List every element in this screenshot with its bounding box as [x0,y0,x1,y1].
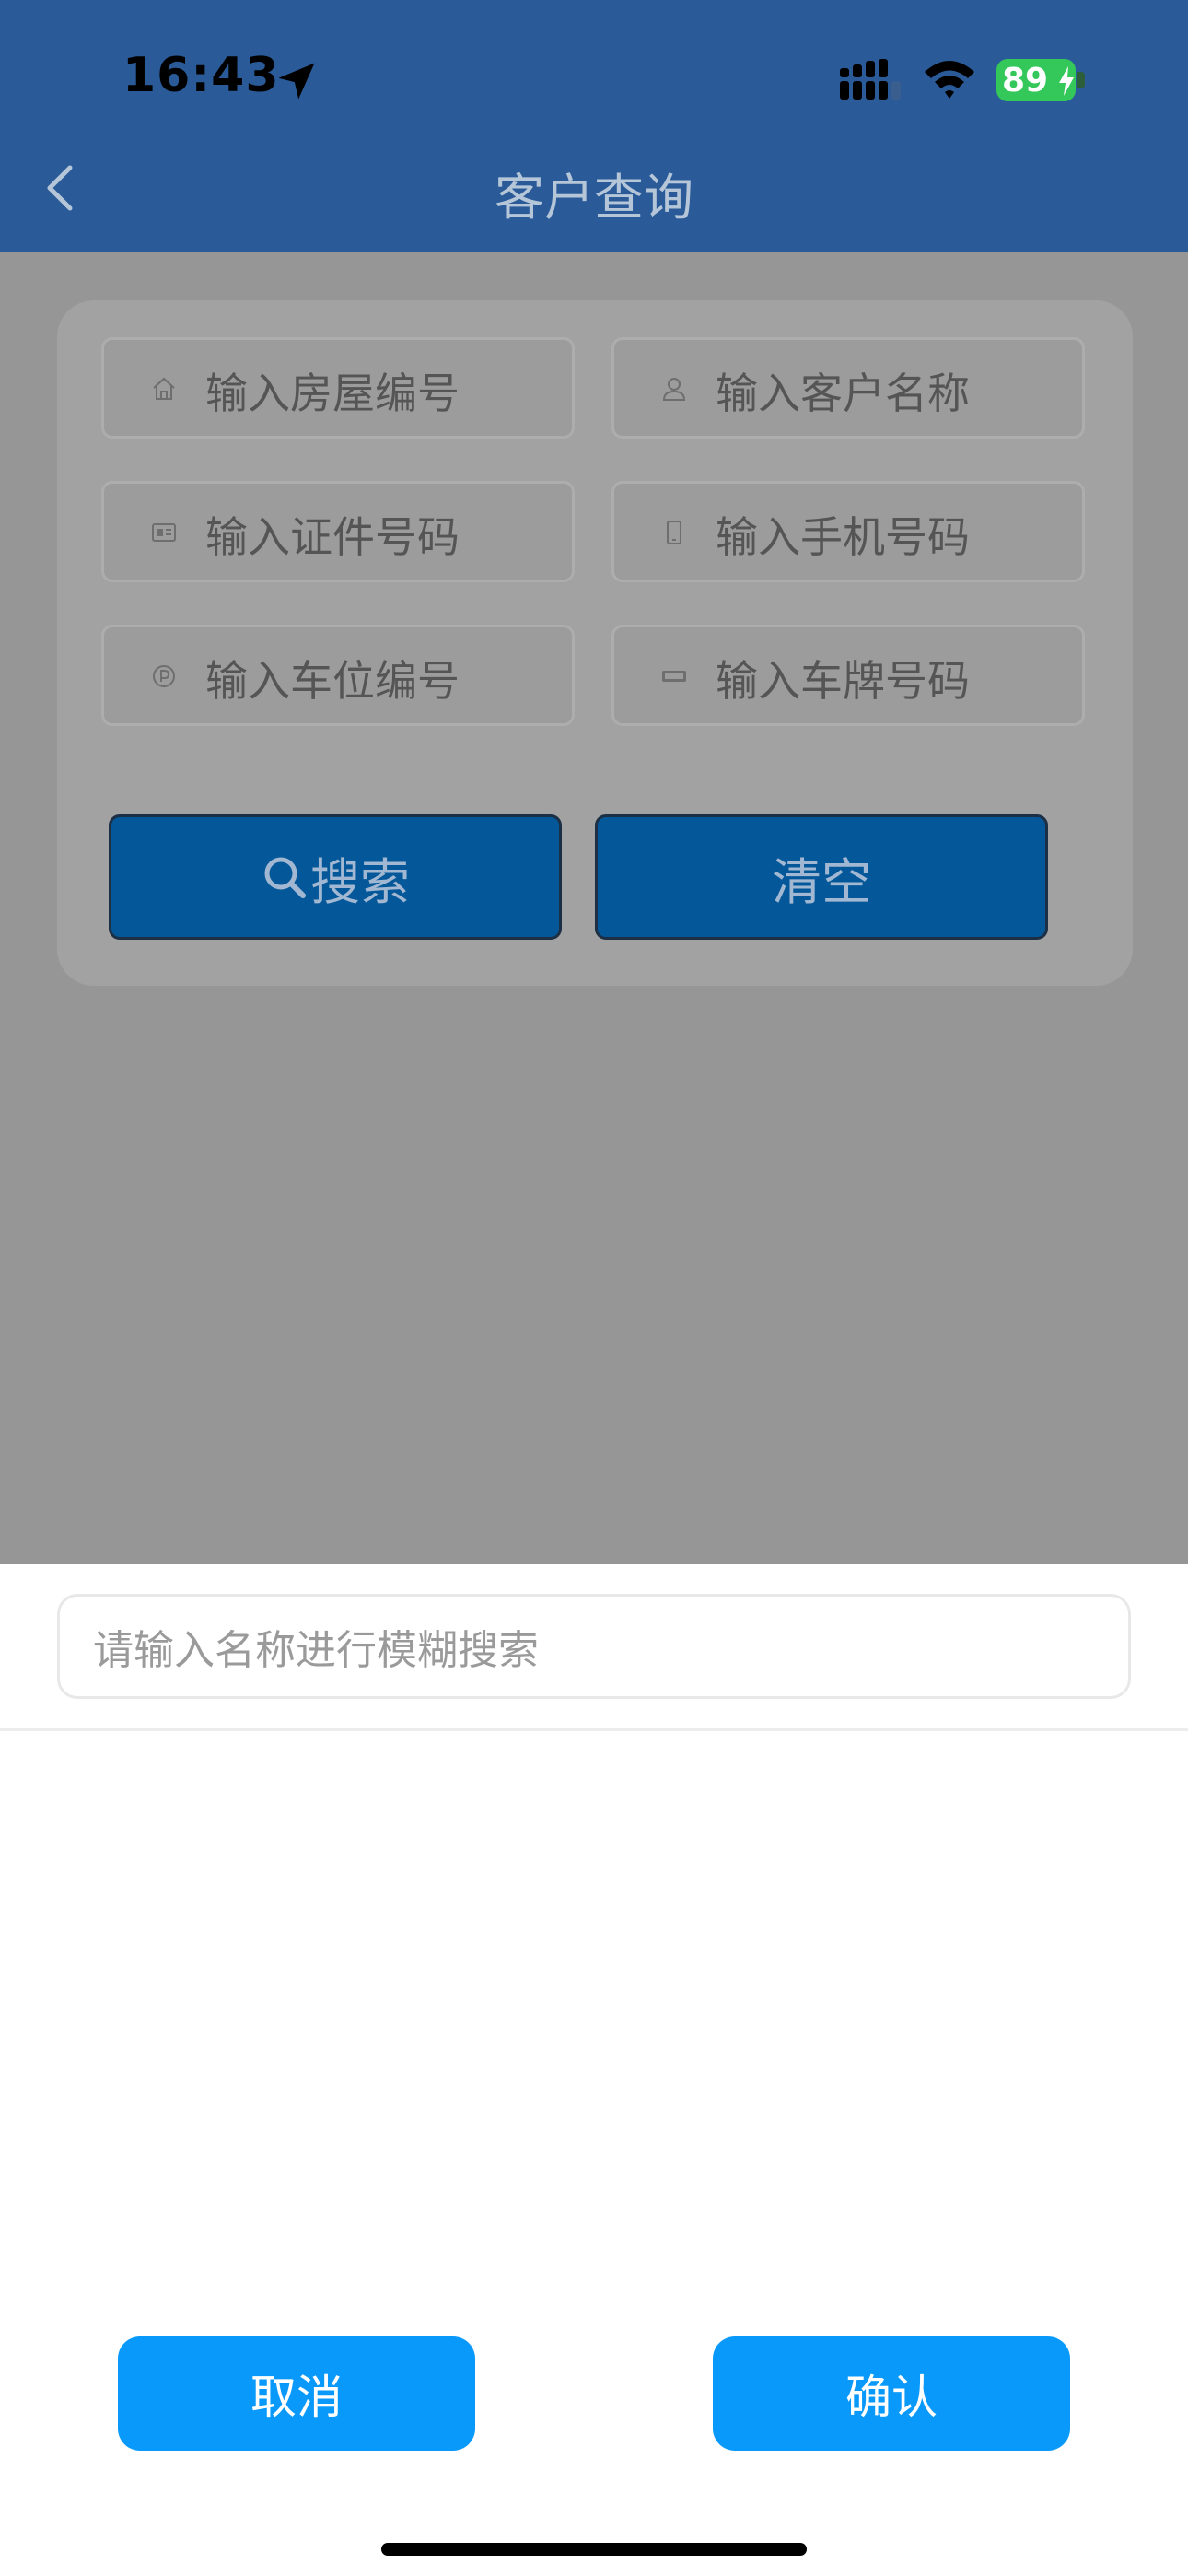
phone-icon [667,521,681,544]
license-plate-placeholder: 输入车牌号码 [716,656,970,706]
parking-number-placeholder: 输入车位编号 [205,656,460,706]
customer-name-input[interactable]: 输入客户名称 [611,337,1085,439]
id-card-icon [152,523,176,542]
cancel-button[interactable]: 取消 [118,2336,475,2451]
clear-button-label: 清空 [772,852,871,911]
location-arrow-icon [278,63,315,100]
status-time: 16:43 [122,48,280,103]
picker-bottom-sheet: 请输入名称进行模糊搜索 取消 确认 [0,1564,1188,2576]
search-button[interactable]: 搜索 [109,814,562,940]
header-bar: 16:43 89 客户查询 [0,0,1188,252]
confirm-button[interactable]: 确认 [713,2336,1070,2451]
sheet-divider [0,1728,1188,1731]
battery-level: 89 [1002,62,1049,100]
home-indicator[interactable] [381,2543,807,2556]
id-number-placeholder: 输入证件号码 [205,512,460,562]
phone-number-input[interactable]: 输入手机号码 [611,481,1085,582]
page: 16:43 89 客户查询 输入房屋编号 输入客户名称 输入证件号码 输入手机号… [0,0,1188,2576]
search-form-card: 输入房屋编号 输入客户名称 输入证件号码 输入手机号码 输入车位编号 输入车牌号… [57,300,1133,986]
charging-bolt-icon [1059,66,1074,96]
license-plate-icon [662,671,686,682]
page-title: 客户查询 [495,169,693,227]
clear-button[interactable]: 清空 [595,814,1048,940]
house-icon [153,377,175,400]
search-icon [264,857,306,898]
fuzzy-search-input[interactable]: 请输入名称进行模糊搜索 [57,1594,1131,1699]
fuzzy-search-placeholder: 请输入名称进行模糊搜索 [93,1627,539,1674]
parking-number-input[interactable]: 输入车位编号 [101,625,575,726]
confirm-button-label: 确认 [845,2371,938,2424]
license-plate-input[interactable]: 输入车牌号码 [611,625,1085,726]
house-number-input[interactable]: 输入房屋编号 [101,337,575,439]
parking-icon [153,665,175,687]
battery-indicator: 89 [996,59,1085,101]
house-number-placeholder: 输入房屋编号 [205,369,460,418]
person-icon [662,378,686,401]
id-number-input[interactable]: 输入证件号码 [101,481,575,582]
search-button-label: 搜索 [310,852,410,911]
cancel-button-label: 取消 [250,2371,343,2424]
wifi-icon [925,61,974,99]
phone-number-placeholder: 输入手机号码 [716,512,970,562]
signal-icon [840,59,901,100]
battery-cap [1077,72,1085,88]
customer-name-placeholder: 输入客户名称 [716,369,970,418]
